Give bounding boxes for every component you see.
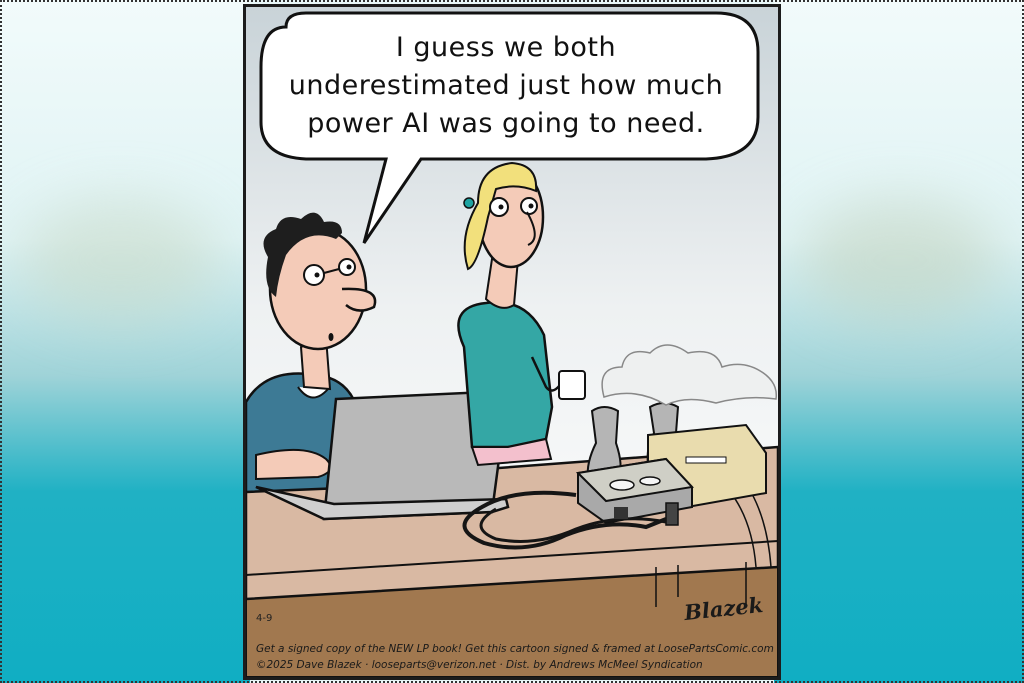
speech-line: underestimated just how much xyxy=(288,70,724,101)
speech-line: I guess we both xyxy=(395,32,617,63)
background-blur xyxy=(20,200,220,320)
date-code: 4-9 xyxy=(256,613,273,624)
speech-line: power AI was going to need. xyxy=(307,108,705,139)
coffee-mug xyxy=(558,370,586,400)
plug xyxy=(614,507,628,519)
speech-text: I guess we both underestimated just how … xyxy=(266,29,746,143)
credit-line: ©2025 Dave Blazek · looseparts@verizon.n… xyxy=(256,659,703,671)
credit-line: Get a signed copy of the NEW LP book! Ge… xyxy=(256,643,774,655)
comic-panel: I guess we both underestimated just how … xyxy=(243,4,781,680)
background-blur xyxy=(800,200,1000,320)
background-right xyxy=(774,0,1024,683)
background-left xyxy=(0,0,250,683)
